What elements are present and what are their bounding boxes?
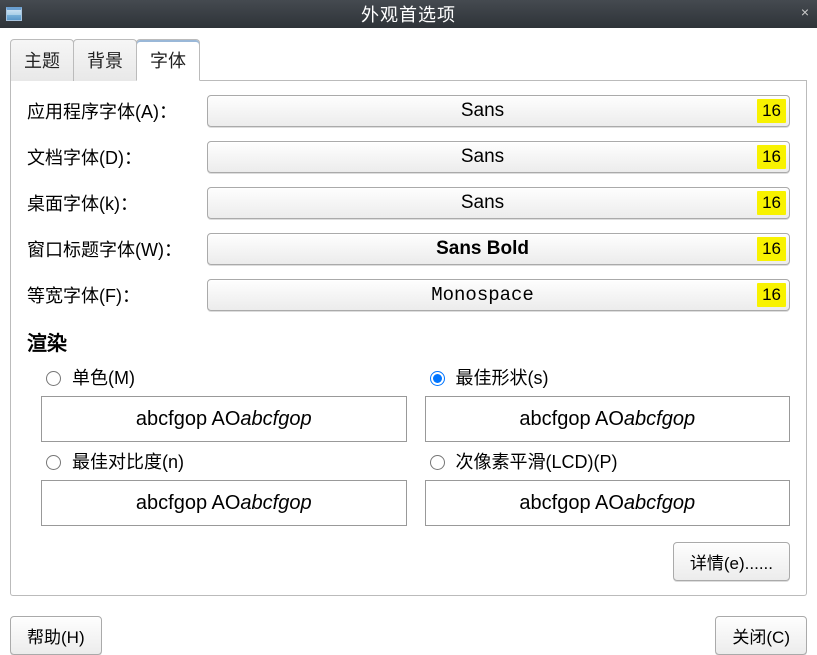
button-doc-font[interactable]: Sans 16 [207,141,790,173]
row-mono-font: 等宽字体(F)： Monospace 16 [27,279,790,311]
sample-subpixel-italic: abcfgop [624,492,695,515]
help-button[interactable]: 帮助(H) [10,616,102,655]
row-doc-font: 文档字体(D)： Sans 16 [27,141,790,173]
radio-best-contrast-label: 最佳对比度(n) [72,448,184,474]
radio-monochrome-input[interactable] [46,371,61,386]
window-title: 外观首选项 [361,1,456,27]
tab-bar: 主题 背景 字体 [10,38,807,81]
tab-theme[interactable]: 主题 [10,39,74,81]
radio-best-shapes[interactable]: 最佳形状(s) [425,364,791,390]
button-app-font[interactable]: Sans 16 [207,95,790,127]
tab-panel-font: 应用程序字体(A)： Sans 16 文档字体(D)： Sans 16 桌面字体… [10,81,807,596]
desk-font-size: 16 [757,191,786,215]
row-app-font: 应用程序字体(A)： Sans 16 [27,95,790,127]
radio-best-shapes-input[interactable] [430,371,445,386]
sample-monochrome: abcfgop AO abcfgop [41,396,407,442]
sample-best-shapes: abcfgop AO abcfgop [425,396,791,442]
radio-subpixel[interactable]: 次像素平滑(LCD)(P) [425,448,791,474]
tab-font[interactable]: 字体 [136,39,200,81]
radio-monochrome-label: 单色(M) [72,364,135,390]
window-icon [6,7,22,21]
sample-subpixel-regular: abcfgop AO [519,492,624,515]
close-button[interactable]: 关闭(C) [715,616,807,655]
button-desk-font[interactable]: Sans 16 [207,187,790,219]
radio-best-contrast[interactable]: 最佳对比度(n) [41,448,407,474]
mono-font-size: 16 [757,283,786,307]
sample-best-shapes-italic: abcfgop [624,408,695,431]
label-mono-font: 等宽字体(F)： [27,282,207,308]
button-title-font[interactable]: Sans Bold 16 [207,233,790,265]
tab-background[interactable]: 背景 [73,39,137,81]
row-title-font: 窗口标题字体(W)： Sans Bold 16 [27,233,790,265]
row-desk-font: 桌面字体(k)： Sans 16 [27,187,790,219]
desk-font-name: Sans [208,192,757,214]
rendering-heading: 渲染 [27,327,790,356]
title-font-name: Sans Bold [208,238,757,260]
app-font-name: Sans [208,100,757,122]
button-mono-font[interactable]: Monospace 16 [207,279,790,311]
window-titlebar: 外观首选项 × [0,0,817,28]
doc-font-size: 16 [757,145,786,169]
label-title-font: 窗口标题字体(W)： [27,236,207,262]
radio-best-contrast-input[interactable] [46,455,61,470]
radio-best-shapes-label: 最佳形状(s) [456,364,549,390]
sample-best-shapes-regular: abcfgop AO [519,408,624,431]
label-app-font: 应用程序字体(A)： [27,98,207,124]
sample-best-contrast: abcfgop AO abcfgop [41,480,407,526]
sample-best-contrast-regular: abcfgop AO [136,492,241,515]
radio-subpixel-label: 次像素平滑(LCD)(P) [456,448,618,474]
label-desk-font: 桌面字体(k)： [27,190,207,216]
sample-subpixel: abcfgop AO abcfgop [425,480,791,526]
close-icon[interactable]: × [801,4,809,20]
sample-monochrome-italic: abcfgop [240,408,311,431]
app-font-size: 16 [757,99,786,123]
mono-font-name: Monospace [208,284,757,306]
doc-font-name: Sans [208,146,757,168]
sample-best-contrast-italic: abcfgop [240,492,311,515]
details-button[interactable]: 详情(e)...... [673,542,790,581]
title-font-size: 16 [757,237,786,261]
radio-subpixel-input[interactable] [430,455,445,470]
label-doc-font: 文档字体(D)： [27,144,207,170]
radio-monochrome[interactable]: 单色(M) [41,364,407,390]
sample-monochrome-regular: abcfgop AO [136,408,241,431]
